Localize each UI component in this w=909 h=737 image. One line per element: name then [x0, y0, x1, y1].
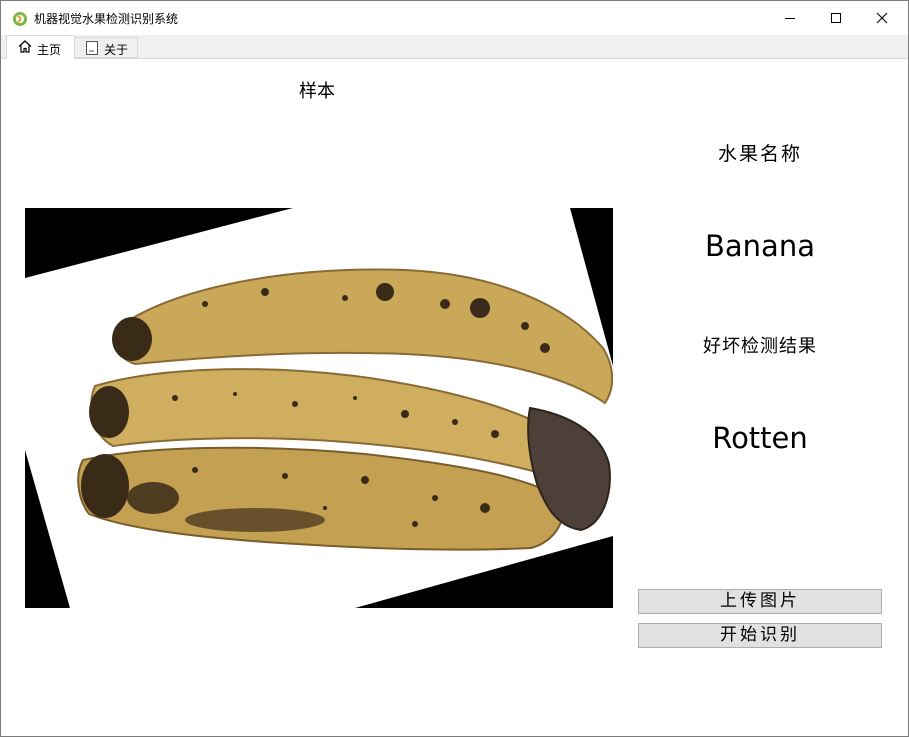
fruit-name-label: 水果名称: [717, 143, 802, 165]
document-icon: [86, 41, 98, 55]
main-panel: 样本 水果名称 Banana 好坏检测结果 Rotten 上传图片 开始识别: [5, 59, 903, 735]
tab-about[interactable]: 关于: [75, 37, 138, 58]
quality-result-label: 好坏检测结果: [703, 336, 817, 357]
home-icon: [18, 40, 32, 53]
fruit-name-value: Banana: [705, 229, 815, 263]
app-window: 机器视觉水果检测识别系统 主页 关于 样本 水果名称 Banana 好坏检测结果…: [0, 0, 909, 737]
title-bar[interactable]: 机器视觉水果检测识别系统: [1, 1, 908, 35]
tab-home[interactable]: 主页: [6, 35, 75, 59]
tab-home-label: 主页: [37, 43, 62, 57]
sample-image: [25, 208, 613, 608]
start-recognition-button[interactable]: 开始识别: [638, 623, 882, 648]
upload-image-button[interactable]: 上传图片: [638, 589, 882, 614]
minimize-button[interactable]: [767, 1, 813, 35]
close-button[interactable]: [859, 1, 905, 35]
maximize-button[interactable]: [813, 1, 859, 35]
close-icon: [876, 12, 888, 24]
tab-about-label: 关于: [104, 43, 129, 57]
maximize-icon: [831, 13, 841, 23]
quality-result-value: Rotten: [712, 421, 808, 455]
minimize-icon: [785, 18, 795, 19]
sample-label: 样本: [299, 81, 335, 102]
tab-bar: 主页 关于: [1, 35, 908, 59]
window-title: 机器视觉水果检测识别系统: [34, 12, 179, 26]
app-logo-icon: [13, 12, 27, 26]
banana-photo: [25, 208, 613, 608]
